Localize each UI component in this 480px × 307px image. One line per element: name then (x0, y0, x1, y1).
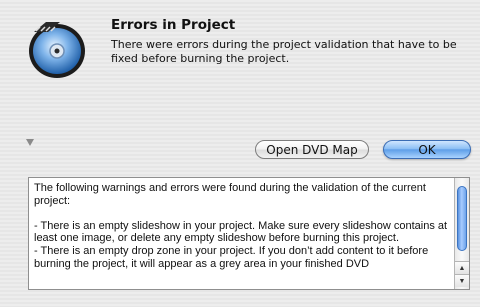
details-text: The following warnings and errors were f… (34, 182, 448, 270)
dialog-message: There were errors during the project val… (111, 38, 457, 65)
idvd-disc-icon (29, 22, 85, 78)
scrollbar-thumb[interactable] (457, 186, 467, 251)
dialog-title: Errors in Project (111, 17, 236, 33)
scroll-up-arrow-icon[interactable]: ▲ (455, 261, 469, 274)
ok-button[interactable]: OK (383, 140, 471, 159)
scroll-down-arrow-icon[interactable]: ▼ (455, 274, 469, 287)
details-text-area[interactable]: The following warnings and errors were f… (28, 177, 470, 290)
errors-dialog: Errors in Project There were errors duri… (0, 0, 480, 307)
vertical-scrollbar[interactable]: ▲ ▼ (454, 178, 469, 289)
disclosure-triangle-icon[interactable] (26, 139, 34, 146)
open-dvd-map-button[interactable]: Open DVD Map (255, 140, 369, 159)
